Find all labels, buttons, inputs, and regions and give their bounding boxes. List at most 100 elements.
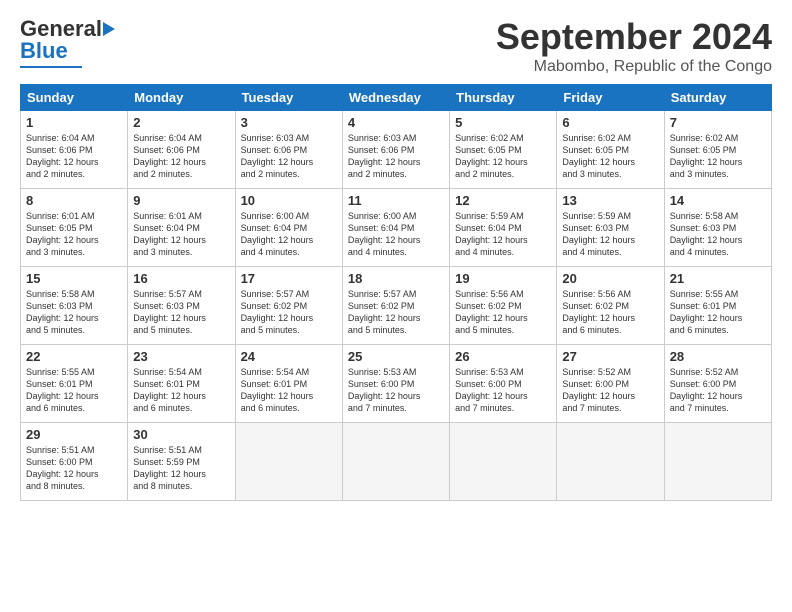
- calendar-day-header: Thursday: [450, 85, 557, 111]
- calendar-cell: 20 Sunrise: 5:56 AM Sunset: 6:02 PM Dayli…: [557, 267, 664, 345]
- calendar-cell: 19 Sunrise: 5:56 AM Sunset: 6:02 PM Dayli…: [450, 267, 557, 345]
- page-title: September 2024: [496, 16, 772, 58]
- day-number: 30: [133, 427, 229, 442]
- day-info: Sunrise: 6:01 AM Sunset: 6:05 PM Dayligh…: [26, 210, 122, 259]
- day-number: 10: [241, 193, 337, 208]
- day-info: Sunrise: 5:51 AM Sunset: 5:59 PM Dayligh…: [133, 444, 229, 493]
- header: General Blue September 2024 Mabombo, Rep…: [20, 16, 772, 76]
- calendar-cell: [235, 423, 342, 501]
- logo: General Blue: [20, 16, 115, 68]
- day-info: Sunrise: 5:53 AM Sunset: 6:00 PM Dayligh…: [348, 366, 444, 415]
- calendar-day-header: Tuesday: [235, 85, 342, 111]
- day-number: 5: [455, 115, 551, 130]
- day-info: Sunrise: 5:57 AM Sunset: 6:02 PM Dayligh…: [241, 288, 337, 337]
- day-number: 17: [241, 271, 337, 286]
- calendar-cell: 27Sunrise: 5:52 AM Sunset: 6:00 PM Dayli…: [557, 345, 664, 423]
- calendar-cell: [450, 423, 557, 501]
- calendar-cell: 22 Sunrise: 5:55 AM Sunset: 6:01 PM Dayli…: [21, 345, 128, 423]
- day-number: 23: [133, 349, 229, 364]
- calendar-cell: 3 Sunrise: 6:03 AM Sunset: 6:06 PM Daylig…: [235, 111, 342, 189]
- day-number: 11: [348, 193, 444, 208]
- day-number: 2: [133, 115, 229, 130]
- day-info: Sunrise: 5:57 AM Sunset: 6:02 PM Dayligh…: [348, 288, 444, 337]
- day-info: Sunrise: 5:58 AM Sunset: 6:03 PM Dayligh…: [670, 210, 766, 259]
- day-info: Sunrise: 5:53 AM Sunset: 6:00 PM Dayligh…: [455, 366, 551, 415]
- calendar-cell: 18 Sunrise: 5:57 AM Sunset: 6:02 PM Dayli…: [342, 267, 449, 345]
- day-number: 22: [26, 349, 122, 364]
- calendar-cell: 28 Sunrise: 5:52 AM Sunset: 6:00 PM Dayli…: [664, 345, 771, 423]
- calendar-cell: 25 Sunrise: 5:53 AM Sunset: 6:00 PM Dayli…: [342, 345, 449, 423]
- day-info: Sunrise: 5:51 AM Sunset: 6:00 PM Dayligh…: [26, 444, 122, 493]
- logo-underline: [20, 66, 82, 68]
- day-info: Sunrise: 5:56 AM Sunset: 6:02 PM Dayligh…: [562, 288, 658, 337]
- calendar-cell: 11 Sunrise: 6:00 AM Sunset: 6:04 PM Dayli…: [342, 189, 449, 267]
- day-info: Sunrise: 5:55 AM Sunset: 6:01 PM Dayligh…: [26, 366, 122, 415]
- day-info: Sunrise: 6:00 AM Sunset: 6:04 PM Dayligh…: [348, 210, 444, 259]
- day-info: Sunrise: 5:56 AM Sunset: 6:02 PM Dayligh…: [455, 288, 551, 337]
- day-number: 24: [241, 349, 337, 364]
- calendar-cell: 23 Sunrise: 5:54 AM Sunset: 6:01 PM Dayli…: [128, 345, 235, 423]
- calendar-cell: 12Sunrise: 5:59 AM Sunset: 6:04 PM Dayli…: [450, 189, 557, 267]
- day-number: 19: [455, 271, 551, 286]
- day-number: 25: [348, 349, 444, 364]
- day-number: 7: [670, 115, 766, 130]
- day-info: Sunrise: 5:54 AM Sunset: 6:01 PM Dayligh…: [241, 366, 337, 415]
- day-number: 16: [133, 271, 229, 286]
- day-info: Sunrise: 6:02 AM Sunset: 6:05 PM Dayligh…: [455, 132, 551, 181]
- calendar-cell: 5 Sunrise: 6:02 AM Sunset: 6:05 PM Daylig…: [450, 111, 557, 189]
- calendar-cell: 13Sunrise: 5:59 AM Sunset: 6:03 PM Dayli…: [557, 189, 664, 267]
- calendar-cell: 21 Sunrise: 5:55 AM Sunset: 6:01 PM Dayli…: [664, 267, 771, 345]
- calendar-cell: 6Sunrise: 6:02 AM Sunset: 6:05 PM Daylig…: [557, 111, 664, 189]
- day-number: 18: [348, 271, 444, 286]
- day-number: 27: [562, 349, 658, 364]
- day-number: 15: [26, 271, 122, 286]
- calendar-cell: 1Sunrise: 6:04 AM Sunset: 6:06 PM Daylig…: [21, 111, 128, 189]
- calendar-day-header: Friday: [557, 85, 664, 111]
- day-info: Sunrise: 6:00 AM Sunset: 6:04 PM Dayligh…: [241, 210, 337, 259]
- day-info: Sunrise: 5:57 AM Sunset: 6:03 PM Dayligh…: [133, 288, 229, 337]
- calendar-cell: 15 Sunrise: 5:58 AM Sunset: 6:03 PM Dayli…: [21, 267, 128, 345]
- day-info: Sunrise: 5:55 AM Sunset: 6:01 PM Dayligh…: [670, 288, 766, 337]
- calendar-cell: 24 Sunrise: 5:54 AM Sunset: 6:01 PM Dayli…: [235, 345, 342, 423]
- calendar-day-header: Sunday: [21, 85, 128, 111]
- title-area: September 2024 Mabombo, Republic of the …: [496, 16, 772, 76]
- calendar-cell: 10 Sunrise: 6:00 AM Sunset: 6:04 PM Dayli…: [235, 189, 342, 267]
- calendar-cell: 7 Sunrise: 6:02 AM Sunset: 6:05 PM Daylig…: [664, 111, 771, 189]
- calendar-cell: 8 Sunrise: 6:01 AM Sunset: 6:05 PM Daylig…: [21, 189, 128, 267]
- calendar-day-header: Saturday: [664, 85, 771, 111]
- calendar-cell: 26 Sunrise: 5:53 AM Sunset: 6:00 PM Dayli…: [450, 345, 557, 423]
- day-info: Sunrise: 5:58 AM Sunset: 6:03 PM Dayligh…: [26, 288, 122, 337]
- calendar-cell: [342, 423, 449, 501]
- calendar-header: SundayMondayTuesdayWednesdayThursdayFrid…: [21, 85, 772, 111]
- logo-arrow-icon: [103, 22, 115, 36]
- calendar-cell: 2 Sunrise: 6:04 AM Sunset: 6:06 PM Daylig…: [128, 111, 235, 189]
- calendar-cell: 30 Sunrise: 5:51 AM Sunset: 5:59 PM Dayli…: [128, 423, 235, 501]
- day-info: Sunrise: 6:02 AM Sunset: 6:05 PM Dayligh…: [670, 132, 766, 181]
- day-number: 29: [26, 427, 122, 442]
- day-info: Sunrise: 6:01 AM Sunset: 6:04 PM Dayligh…: [133, 210, 229, 259]
- calendar-cell: [557, 423, 664, 501]
- calendar-cell: 16 Sunrise: 5:57 AM Sunset: 6:03 PM Dayli…: [128, 267, 235, 345]
- day-info: Sunrise: 6:03 AM Sunset: 6:06 PM Dayligh…: [241, 132, 337, 181]
- page-subtitle: Mabombo, Republic of the Congo: [496, 58, 772, 76]
- day-info: Sunrise: 5:52 AM Sunset: 6:00 PM Dayligh…: [670, 366, 766, 415]
- day-info: Sunrise: 5:59 AM Sunset: 6:03 PM Dayligh…: [562, 210, 658, 259]
- calendar-day-header: Wednesday: [342, 85, 449, 111]
- day-number: 21: [670, 271, 766, 286]
- day-number: 8: [26, 193, 122, 208]
- day-number: 6: [562, 115, 658, 130]
- day-info: Sunrise: 6:04 AM Sunset: 6:06 PM Dayligh…: [133, 132, 229, 181]
- day-number: 14: [670, 193, 766, 208]
- calendar-day-header: Monday: [128, 85, 235, 111]
- day-number: 3: [241, 115, 337, 130]
- day-number: 28: [670, 349, 766, 364]
- logo-text2: Blue: [20, 38, 68, 64]
- calendar-cell: 17 Sunrise: 5:57 AM Sunset: 6:02 PM Dayli…: [235, 267, 342, 345]
- day-info: Sunrise: 5:54 AM Sunset: 6:01 PM Dayligh…: [133, 366, 229, 415]
- day-info: Sunrise: 5:59 AM Sunset: 6:04 PM Dayligh…: [455, 210, 551, 259]
- day-number: 9: [133, 193, 229, 208]
- calendar-cell: 14 Sunrise: 5:58 AM Sunset: 6:03 PM Dayli…: [664, 189, 771, 267]
- day-number: 26: [455, 349, 551, 364]
- day-number: 20: [562, 271, 658, 286]
- day-info: Sunrise: 6:03 AM Sunset: 6:06 PM Dayligh…: [348, 132, 444, 181]
